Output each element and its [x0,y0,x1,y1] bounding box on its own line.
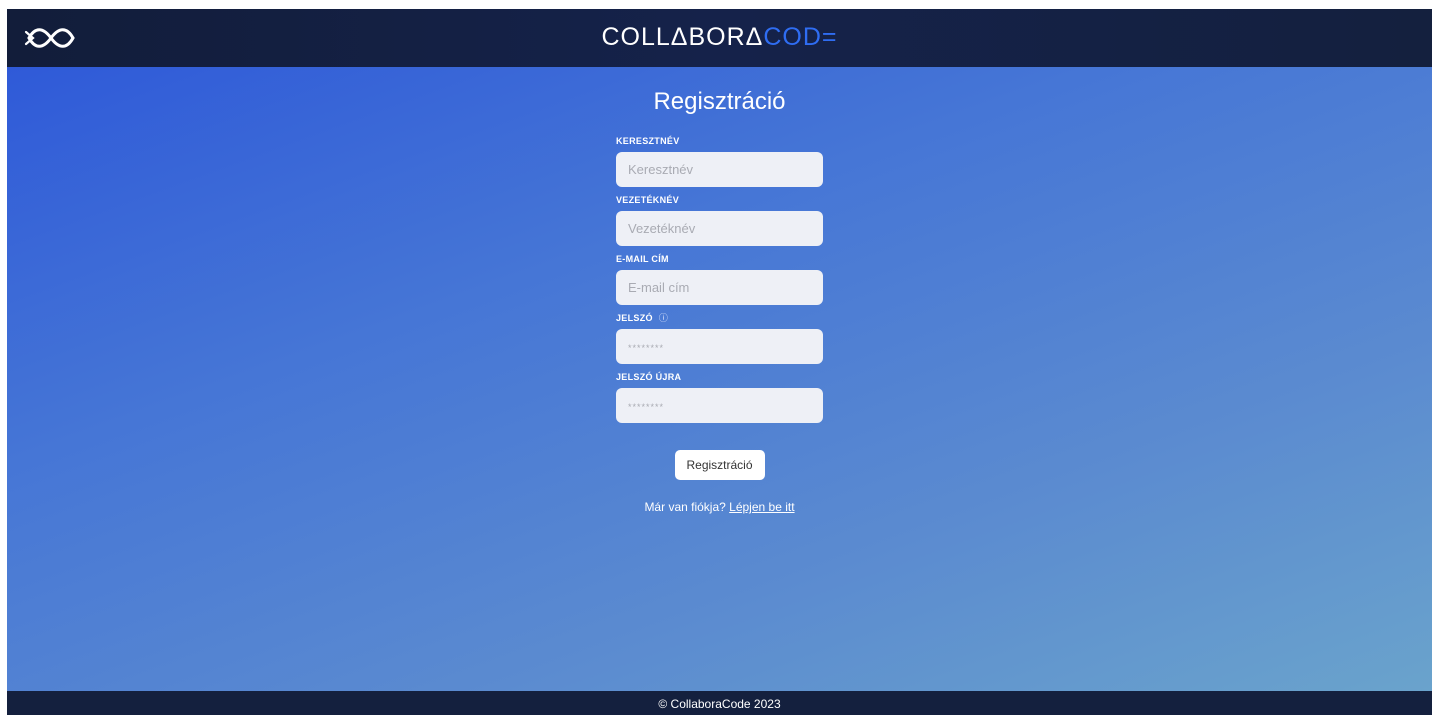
brand-title[interactable]: COLLΔBORΔCOD= [7,23,1432,52]
email-label-text: E-MAIL CÍM [616,254,669,264]
last-name-label: VEZETÉKNÉV [616,194,823,206]
register-button[interactable]: Regisztráció [674,450,765,480]
login-prompt: Már van fiókja? Lépjen be itt [644,500,794,514]
password-label: JELSZÓ ⓘ [616,312,823,324]
info-icon[interactable]: ⓘ [659,312,668,324]
last-name-label-text: VEZETÉKNÉV [616,195,680,205]
copyright-text: © CollaboraCode 2023 [658,697,781,711]
top-navbar: COLLΔBORΔCOD= [7,9,1432,67]
login-prompt-text: Már van fiókja? [644,500,726,514]
email-label: E-MAIL CÍM [616,253,823,265]
password-repeat-group: JELSZÓ ÚJRA [616,371,823,423]
footer: © CollaboraCode 2023 [7,691,1432,715]
brand-part-1: COLLΔBORΔ [601,23,764,51]
first-name-input[interactable] [616,152,823,187]
page-title: Regisztráció [653,88,786,115]
first-name-group: KERESZTNÉV [616,135,823,187]
password-label-text: JELSZÓ [616,313,653,323]
email-group: E-MAIL CÍM [616,253,823,305]
password-group: JELSZÓ ⓘ [616,312,823,364]
app-frame: COLLΔBORΔCOD= Regisztráció KERESZTNÉV VE… [7,9,1432,715]
password-repeat-label: JELSZÓ ÚJRA [616,371,823,383]
password-repeat-label-text: JELSZÓ ÚJRA [616,372,682,382]
password-repeat-input[interactable] [616,388,823,423]
last-name-group: VEZETÉKNÉV [616,194,823,246]
main-content: Regisztráció KERESZTNÉV VEZETÉKNÉV E-MAI… [7,67,1432,691]
password-input[interactable] [616,329,823,364]
registration-form: Regisztráció KERESZTNÉV VEZETÉKNÉV E-MAI… [7,87,1432,514]
first-name-label-text: KERESZTNÉV [616,136,680,146]
login-link[interactable]: Lépjen be itt [729,500,794,514]
first-name-label: KERESZTNÉV [616,135,823,147]
last-name-input[interactable] [616,211,823,246]
email-field[interactable] [616,270,823,305]
brand-part-2: COD= [763,23,838,51]
